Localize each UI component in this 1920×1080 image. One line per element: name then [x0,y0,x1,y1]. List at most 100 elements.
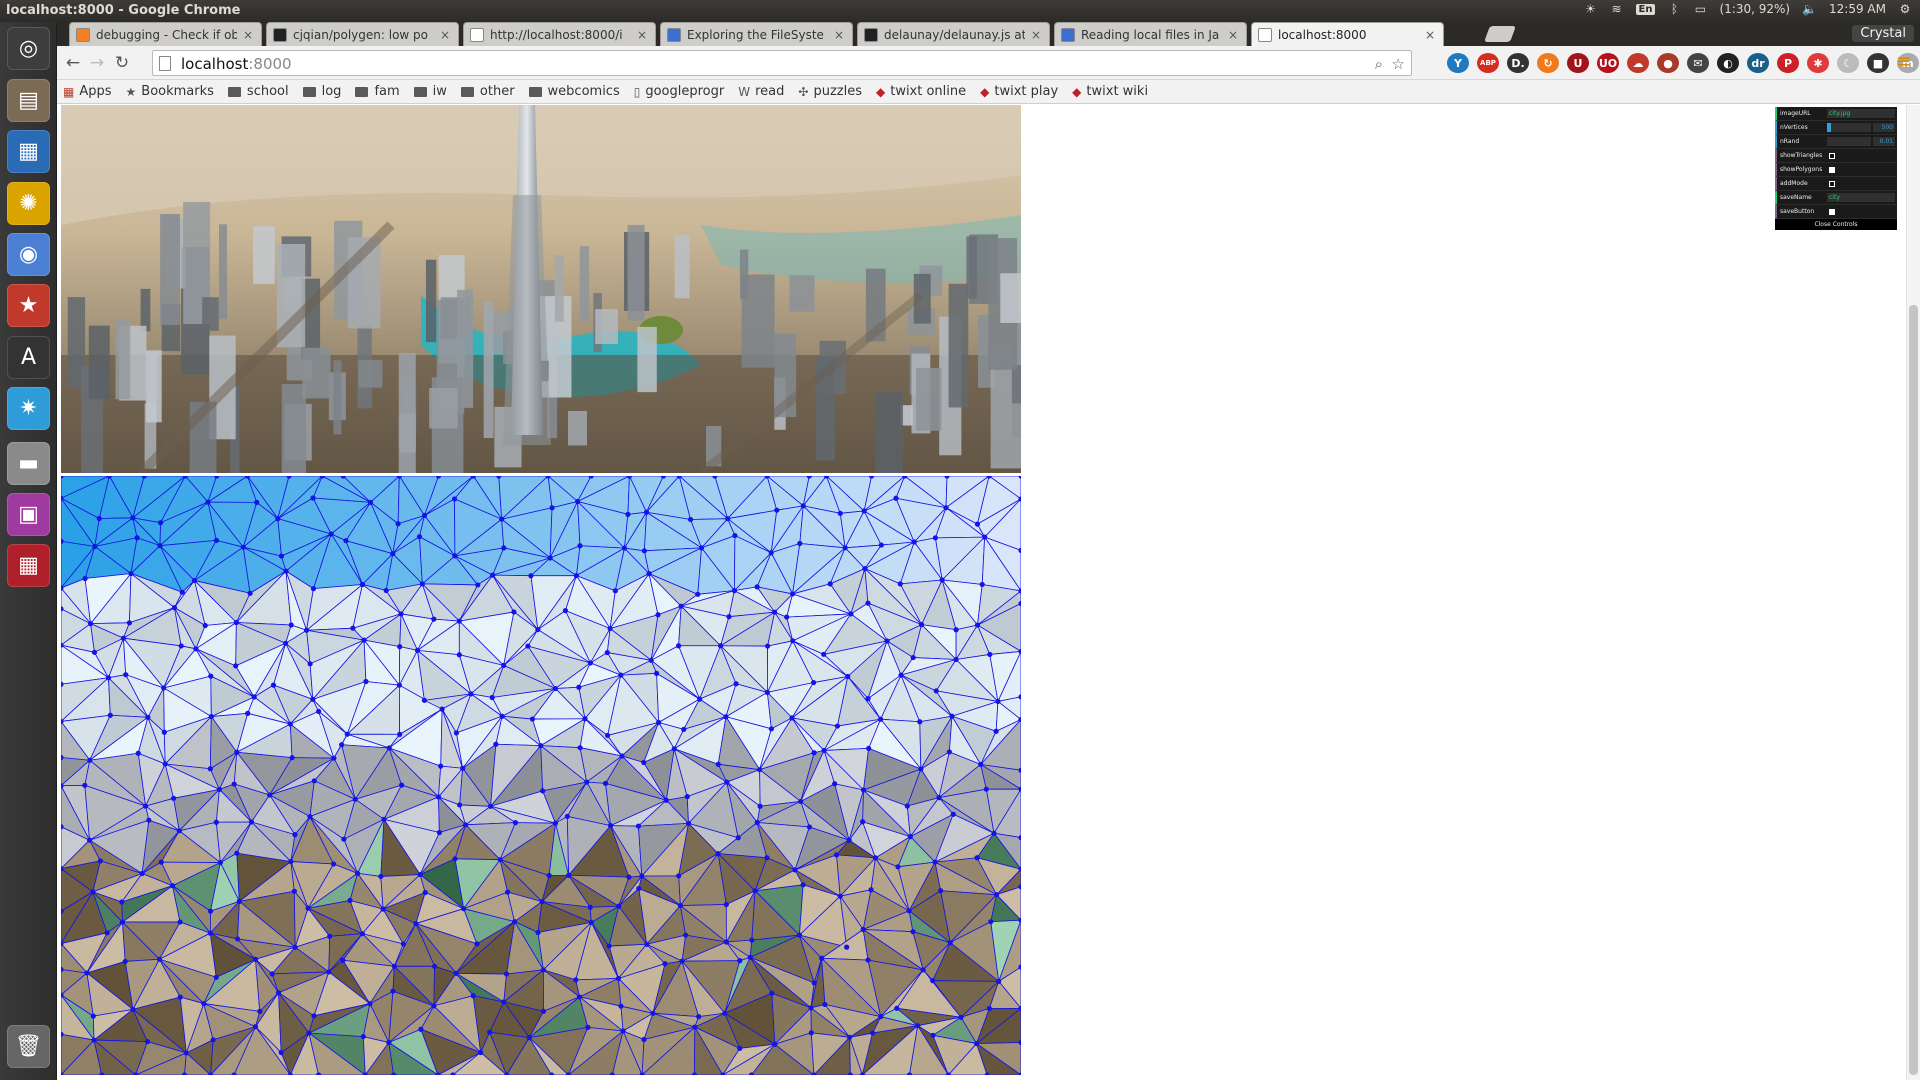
mesh-vertex[interactable] [540,788,546,794]
mesh-vertex[interactable] [725,516,731,522]
mesh-vertex[interactable] [606,943,612,949]
square-icon[interactable]: ■ [1867,53,1889,73]
mesh-vertex[interactable] [974,622,981,628]
zoom-icon[interactable]: ⌕ [1375,55,1383,73]
mesh-vertex[interactable] [96,515,102,522]
mesh-vertex[interactable] [906,908,912,914]
mesh-vertex[interactable] [808,1030,814,1036]
mesh-vertex[interactable] [878,1014,884,1020]
mesh-vertex[interactable] [452,856,458,862]
mesh-vertex[interactable] [104,930,110,936]
mesh-vertex[interactable] [978,761,984,768]
mesh-vertex[interactable] [930,1032,936,1038]
tab[interactable]: debugging - Check if ob × [69,22,262,46]
mesh-vertex[interactable] [749,937,755,943]
mesh-vertex[interactable] [158,859,164,865]
close-tab-icon[interactable]: × [1029,28,1043,42]
mesh-vertex[interactable] [897,581,903,587]
mesh-vertex[interactable] [252,956,259,963]
mesh-vertex[interactable] [800,503,806,509]
mesh-vertex[interactable] [837,893,843,899]
mesh-vertex[interactable] [340,957,346,963]
mesh-vertex[interactable] [907,834,913,840]
mesh-vertex[interactable] [505,889,511,895]
mesh-vertex[interactable] [819,955,825,961]
mesh-vertex[interactable] [723,714,729,720]
mesh-vertex[interactable] [178,643,184,649]
contrast-icon[interactable]: ◐ [1717,53,1739,73]
mesh-vertex[interactable] [144,1039,151,1045]
mesh-vertex[interactable] [503,971,510,977]
mesh-vertex[interactable] [128,570,134,577]
mesh-vertex[interactable] [573,977,579,983]
mesh-vertex[interactable] [119,899,125,905]
workspace-icon[interactable]: ▦ [7,544,50,587]
mesh-vertex[interactable] [737,1045,743,1051]
mesh-vertex[interactable] [177,919,183,925]
shield-icon[interactable]: UO [1597,53,1619,73]
mesh-vertex[interactable] [87,621,94,627]
mesh-vertex[interactable] [421,697,427,703]
mesh-vertex[interactable] [974,855,980,861]
mesh-vertex[interactable] [769,990,775,996]
bookmark-item[interactable]: webcomics [528,84,620,99]
back-button[interactable]: ← [63,53,83,73]
mesh-vertex[interactable] [717,643,724,649]
mesh-vertex[interactable] [359,931,365,937]
mesh-vertex[interactable] [287,721,293,727]
mesh-vertex[interactable] [245,710,251,716]
mesh-vertex[interactable] [463,822,469,828]
close-tab-icon[interactable]: × [1423,28,1437,42]
mesh-vertex[interactable] [827,581,833,587]
mesh-vertex[interactable] [576,684,582,690]
mesh-vertex[interactable] [398,611,404,617]
mesh-vertex[interactable] [860,819,866,825]
mesh-vertex[interactable] [183,1050,189,1056]
mesh-vertex[interactable] [607,823,614,829]
mesh-vertex[interactable] [993,728,999,734]
mesh-vertex[interactable] [654,670,660,676]
url-text[interactable]: localhost:8000 [181,55,292,73]
mesh-vertex[interactable] [303,627,310,633]
mesh-vertex[interactable] [310,586,317,592]
mesh-vertex[interactable] [439,706,445,712]
mesh-vertex[interactable] [764,689,770,695]
close-tab-icon[interactable]: × [438,28,452,42]
mesh-vertex[interactable] [275,990,282,996]
mesh-vertex[interactable] [310,495,316,501]
mesh-vertex[interactable] [252,1024,259,1030]
mesh-vertex[interactable] [146,817,152,823]
mesh-vertex[interactable] [917,719,923,725]
mesh-vertex[interactable] [641,548,647,554]
address-bar[interactable]: localhost:8000 ⌕ ☆ [152,50,1412,76]
bookmark-item[interactable]: ▦ Apps [63,84,112,99]
mesh-vertex[interactable] [231,781,237,787]
mesh-vertex[interactable] [811,750,817,756]
mesh-vertex[interactable] [641,759,647,766]
mesh-vertex[interactable] [474,941,480,947]
mesh-vertex[interactable] [552,685,559,692]
mesh-vertex[interactable] [696,1014,702,1020]
mesh-vertex[interactable] [865,696,871,702]
mesh-vertex[interactable] [120,635,127,641]
mesh-vertex[interactable] [662,961,668,967]
mesh-vertex[interactable] [764,855,770,861]
bookmark-item[interactable]: school [227,84,289,99]
mesh-vertex[interactable] [549,505,555,511]
mesh-vertex[interactable] [535,626,541,633]
mesh-vertex[interactable] [310,696,316,702]
mesh-vertex[interactable] [656,719,662,726]
chrome-icon[interactable]: ◉ [7,233,50,276]
mesh-vertex[interactable] [305,905,311,911]
mesh-vertex[interactable] [993,892,1000,898]
mesh-vertex[interactable] [311,778,317,784]
battery-icon[interactable]: ▭ [1693,2,1707,16]
mesh-vertex[interactable] [135,750,141,756]
mesh-vertex[interactable] [936,795,942,801]
control-addmode[interactable]: addMode [1775,177,1897,191]
control-showtriangles[interactable]: showTriangles [1775,149,1897,163]
mesh-vertex[interactable] [361,637,367,643]
mesh-vertex[interactable] [497,857,503,863]
mesh-vertex[interactable] [270,682,277,688]
mesh-vertex[interactable] [397,731,403,737]
